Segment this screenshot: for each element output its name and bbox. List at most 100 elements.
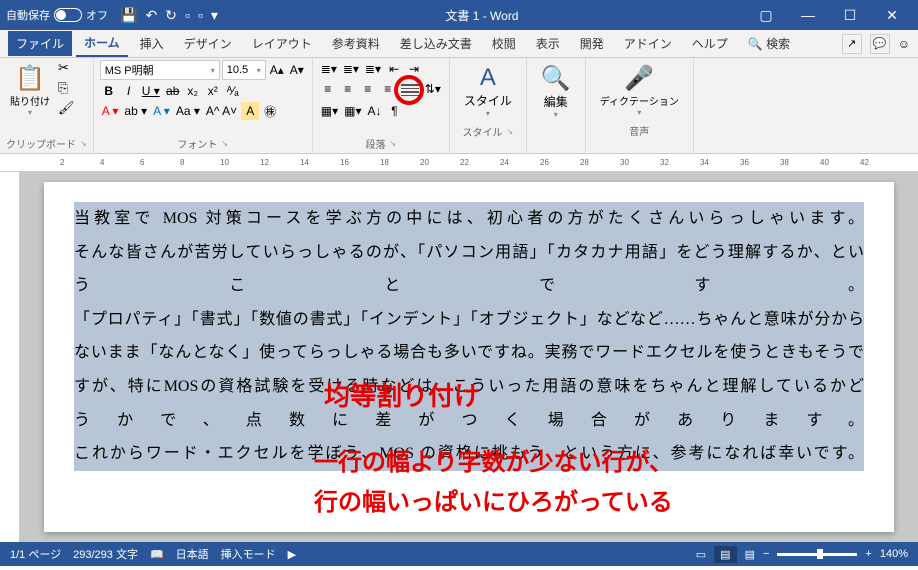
align-center-button[interactable]: ≡ [339, 80, 357, 98]
zoom-out-button[interactable]: − [763, 548, 769, 560]
smiley-icon[interactable]: ☺ [898, 37, 910, 51]
group-font-label: フォント [177, 136, 217, 151]
font-color-button[interactable]: A ▾ [100, 102, 121, 120]
char-scale-button[interactable]: A^ A˅ [204, 102, 239, 120]
tab-review[interactable]: 校閲 [484, 31, 524, 56]
qat-dropdown-icon[interactable]: ▾ [211, 7, 218, 24]
qat-icon[interactable]: ▫ [185, 7, 190, 24]
tab-layout[interactable]: レイアウト [244, 31, 320, 56]
tab-design[interactable]: デザイン [176, 31, 240, 56]
decrease-indent-button[interactable]: ⇤ [385, 60, 403, 78]
undo-icon[interactable]: ↶ [145, 7, 157, 24]
zoom-in-button[interactable]: + [865, 548, 871, 560]
group-styles-label: スタイル [463, 124, 503, 139]
autosave-toggle[interactable] [54, 8, 82, 22]
window-title: 文書 1 - Word [218, 7, 746, 24]
font-name-select[interactable]: MS P明朝▾ [100, 60, 220, 80]
numbering-button[interactable]: ≣▾ [341, 60, 361, 78]
grow-font-icon[interactable]: A▴ [268, 61, 286, 79]
align-justify-button[interactable]: ≡ [379, 80, 397, 98]
mic-icon: 🎤 [624, 64, 654, 93]
find-icon: 🔍 [541, 64, 571, 93]
print-layout-icon[interactable]: ▤ [714, 546, 736, 563]
document-page[interactable]: 当教室で MOS 対策コースを学ぶ方の中には、初心者の方がたくさんいらっしゃいま… [44, 182, 894, 532]
paragraph-launcher[interactable]: ↘ [389, 139, 396, 148]
share-icon[interactable]: ↗ [842, 34, 862, 54]
tab-addin[interactable]: アドイン [616, 31, 680, 56]
styles-button[interactable]: A スタイル ▾ [456, 60, 520, 122]
maximize-icon[interactable]: ☐ [830, 7, 870, 24]
web-layout-icon[interactable]: ▤ [745, 548, 755, 561]
qat-icon2[interactable]: ▫ [198, 7, 203, 24]
horizontal-ruler[interactable]: 2 4 6 8 10 12 14 16 18 20 22 24 26 28 30… [0, 154, 918, 172]
tab-mailings[interactable]: 差し込み文書 [392, 31, 480, 56]
comments-icon[interactable]: 💬 [870, 34, 890, 54]
document-text[interactable]: 当教室で MOS 対策コースを学ぶ方の中には、初心者の方がたくさんいらっしゃいま… [74, 202, 864, 471]
increase-indent-button[interactable]: ⇥ [405, 60, 423, 78]
tab-references[interactable]: 参考資料 [324, 31, 388, 56]
borders-button[interactable]: ▦▾ [342, 102, 363, 120]
ribbon-options-icon[interactable]: ▢ [746, 7, 786, 24]
word-count[interactable]: 293/293 文字 [73, 546, 138, 562]
text-effects-button[interactable]: A ▾ [151, 102, 172, 120]
change-case-button[interactable]: Aa ▾ [174, 102, 202, 120]
cut-icon[interactable]: ✂ [58, 60, 75, 76]
minimize-icon[interactable]: — [788, 7, 828, 24]
line-spacing-button[interactable]: ⇅▾ [423, 80, 443, 98]
editing-button[interactable]: 🔍 編集 ▾ [533, 60, 579, 123]
bullets-button[interactable]: ≣▾ [319, 60, 339, 78]
clipboard-icon: 📋 [15, 64, 45, 93]
italic-button[interactable]: I [120, 82, 138, 100]
save-icon[interactable]: 💾 [120, 7, 137, 24]
annotation-line2: 行の幅いっぱいにひろがっている [314, 482, 673, 517]
multilevel-button[interactable]: ≣▾ [363, 60, 383, 78]
group-voice-label: 音声 [629, 123, 649, 138]
read-mode-icon[interactable]: ▭ [696, 548, 706, 561]
autosave-label: 自動保存 [6, 7, 50, 23]
vertical-ruler[interactable] [0, 172, 20, 542]
insert-mode[interactable]: 挿入モード [221, 546, 276, 562]
zoom-slider[interactable] [777, 553, 857, 556]
strike-button[interactable]: ab [164, 82, 182, 100]
highlight-circle [394, 75, 424, 105]
tab-file[interactable]: ファイル [8, 31, 72, 56]
align-right-button[interactable]: ≡ [359, 80, 377, 98]
language[interactable]: 日本語 [176, 546, 209, 562]
close-icon[interactable]: ✕ [872, 7, 912, 24]
phonetic-button[interactable]: ᴬ⁄ₐ [224, 82, 242, 100]
zoom-level[interactable]: 140% [880, 548, 908, 560]
macro-icon[interactable]: ▶ [288, 548, 296, 561]
tab-view[interactable]: 表示 [528, 31, 568, 56]
superscript-button[interactable]: x² [204, 82, 222, 100]
autosave-state: オフ [86, 7, 108, 23]
shrink-font-icon[interactable]: A▾ [288, 61, 306, 79]
subscript-button[interactable]: x₂ [184, 82, 202, 100]
group-clipboard-label: クリップボード [6, 136, 76, 151]
page-count[interactable]: 1/1 ページ [10, 546, 61, 562]
enclose-char-button[interactable]: ㊑ [261, 102, 279, 120]
paste-button[interactable]: 📋 貼り付け ▾ [6, 60, 54, 134]
copy-icon[interactable]: ⎘ [58, 80, 75, 96]
underline-button[interactable]: U ▾ [140, 82, 162, 100]
show-marks-button[interactable]: ¶ [386, 102, 404, 120]
align-left-button[interactable]: ≡ [319, 80, 337, 98]
clipboard-launcher[interactable]: ↘ [80, 139, 87, 148]
highlight-button[interactable]: ab ▾ [122, 102, 149, 120]
styles-launcher[interactable]: ↘ [507, 127, 514, 136]
tab-search[interactable]: 🔍 検索 [740, 31, 798, 56]
distribute-button[interactable] [399, 80, 421, 100]
tab-insert[interactable]: 挿入 [132, 31, 172, 56]
tab-help[interactable]: ヘルプ [684, 31, 736, 56]
font-size-select[interactable]: 10.5▾ [222, 60, 266, 80]
shading-button[interactable]: ▦▾ [319, 102, 340, 120]
redo-icon[interactable]: ↻ [165, 7, 177, 24]
dictation-button[interactable]: 🎤 ディクテーション ▾ [592, 60, 687, 121]
font-launcher[interactable]: ↘ [221, 139, 228, 148]
tab-developer[interactable]: 開発 [572, 31, 612, 56]
spellcheck-icon[interactable]: 📖 [150, 548, 164, 561]
format-painter-icon[interactable]: 🖌 [58, 100, 75, 116]
tab-home[interactable]: ホーム [76, 30, 128, 57]
sort-button[interactable]: A↓ [366, 102, 384, 120]
bold-button[interactable]: B [100, 82, 118, 100]
char-shading-button[interactable]: A [241, 102, 259, 120]
